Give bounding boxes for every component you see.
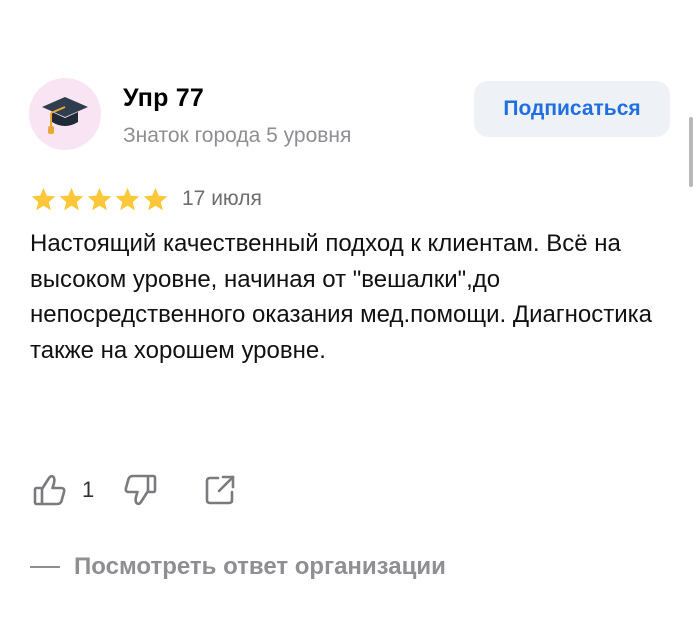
review-date: 17 июля (182, 187, 262, 210)
rating-row: 17 июля (30, 184, 262, 214)
review-actions: 1 (30, 470, 240, 510)
user-name[interactable]: Упр 77 (123, 84, 204, 113)
star-icon (143, 187, 168, 210)
star-icon (87, 187, 112, 210)
star-icon (31, 187, 56, 210)
like-count: 1 (82, 477, 95, 502)
thumbs-up-icon[interactable] (30, 470, 70, 510)
dash-divider (30, 566, 60, 568)
star-icon (115, 187, 140, 210)
view-org-reply-link[interactable]: Посмотреть ответ организации (30, 550, 446, 584)
user-status: Знаток города 5 уровня (123, 124, 352, 147)
star-rating (30, 186, 169, 213)
thumbs-down-icon[interactable] (120, 470, 160, 510)
review-text: Настоящий качественный подход к клиентам… (30, 230, 652, 364)
share-icon[interactable] (200, 470, 240, 510)
graduation-cap-icon (42, 97, 88, 134)
avatar[interactable] (29, 78, 101, 150)
star-icon (59, 187, 84, 210)
view-org-reply-label: Посмотреть ответ организации (74, 553, 446, 580)
scrollbar[interactable] (689, 117, 693, 187)
subscribe-button[interactable]: Подписаться (474, 81, 670, 137)
